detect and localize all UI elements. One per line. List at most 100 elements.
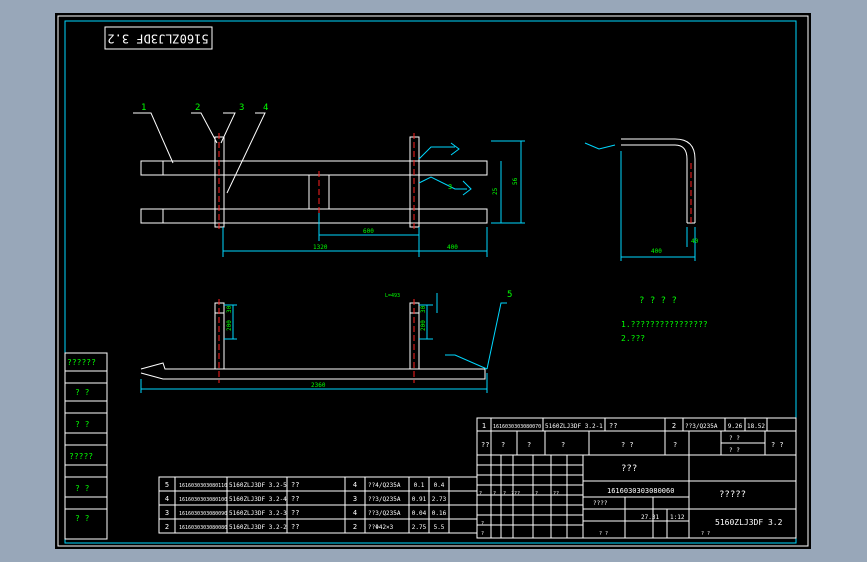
svg-text:?: ? <box>503 491 506 497</box>
leader-3: 3 <box>239 103 244 113</box>
drawing-frame <box>64 20 797 544</box>
left-strip-label-4: ? ? <box>75 484 90 493</box>
svg-text:??: ?? <box>553 491 559 497</box>
bom-rows: 5 1616030303080110 5160ZLJ3DF 3.2-5 ?? 4… <box>165 481 447 531</box>
svg-text:?: ? <box>535 491 538 497</box>
svg-text:? ?: ? ? <box>771 441 784 449</box>
svg-text:?: ? <box>673 441 677 449</box>
dim-side-width: 400 <box>651 248 662 255</box>
svg-text:1616030303080110: 1616030303080110 <box>179 483 227 489</box>
dim-front-v4: 200 <box>420 320 427 331</box>
svg-text:??: ?? <box>291 495 299 503</box>
leader-4: 4 <box>263 103 268 113</box>
svg-text:?: ? <box>527 441 531 449</box>
side-view <box>621 138 696 224</box>
svg-text:?: ? <box>481 531 484 537</box>
svg-text:? ?: ? ? <box>701 531 710 537</box>
svg-text:3: 3 <box>165 509 169 517</box>
weld-symbol-top <box>418 142 472 196</box>
side-dims <box>584 142 696 261</box>
table-row: 3 1616030303080090 5160ZLJ3DF 3.2-3 ?? 4… <box>165 509 447 517</box>
dim-front-v3: 30 <box>420 305 427 313</box>
svg-text:4: 4 <box>165 495 169 503</box>
left-strip-label-1: ? ? <box>75 388 90 397</box>
svg-text:5160ZLJ3DF 3.2-2: 5160ZLJ3DF 3.2-2 <box>229 524 287 531</box>
notes-line-1: 1.???????????????? <box>621 320 708 329</box>
svg-text:?: ? <box>561 441 565 449</box>
leader-2: 2 <box>195 103 200 113</box>
svg-text:0.4: 0.4 <box>434 482 445 489</box>
svg-text:2: 2 <box>353 523 357 531</box>
svg-text:?: ? <box>479 491 482 497</box>
svg-text:1616030303080090: 1616030303080090 <box>179 511 227 517</box>
dim-top-span: 1320 <box>313 244 328 251</box>
svg-text:1: 1 <box>482 422 486 430</box>
front-dims <box>140 293 507 393</box>
left-strip-label-5: ? ? <box>75 514 90 523</box>
table-row: 4 1616030303080100 5160ZLJ3DF 3.2-4 ?? 3… <box>165 495 447 503</box>
svg-text:2: 2 <box>672 422 676 430</box>
svg-text:0.16: 0.16 <box>432 510 447 517</box>
part-name: ??? <box>621 464 637 474</box>
svg-text:4: 4 <box>353 481 357 489</box>
svg-text:0.1: 0.1 <box>414 482 425 489</box>
dim-side-width2: 40 <box>691 238 699 245</box>
svg-text:4: 4 <box>353 509 357 517</box>
svg-text:??3/Q235A: ??3/Q235A <box>368 510 401 517</box>
svg-text:??: ?? <box>291 523 299 531</box>
leader-1: 1 <box>141 103 146 113</box>
svg-text:1616030303080080: 1616030303080080 <box>179 525 227 531</box>
scale-value: 1:12 <box>670 514 685 521</box>
dim-front-v2: 200 <box>226 320 233 331</box>
drawing-no: 5160ZLJ3DF 3.2 <box>715 518 783 527</box>
svg-text:5.5: 5.5 <box>434 524 445 531</box>
dim-top-h1: 56 <box>512 177 519 185</box>
svg-text:?: ? <box>481 521 484 527</box>
top-dims <box>222 140 525 257</box>
svg-text:?: ? <box>501 441 505 449</box>
weld-label-3: 3 <box>448 183 452 191</box>
svg-text:0.91: 0.91 <box>412 496 427 503</box>
table-row: 5 1616030303080110 5160ZLJ3DF 3.2-5 ?? 4… <box>165 481 445 489</box>
svg-text:??3/Q235A: ??3/Q235A <box>368 496 401 503</box>
drawing-number-stamp: 5160ZLJ3DF 3.2 <box>107 32 208 46</box>
front-view-centerlines <box>218 299 415 383</box>
notes-title: ? ? ? ? <box>639 296 677 306</box>
svg-text:? ?: ? ? <box>729 435 740 442</box>
svg-text:2.73: 2.73 <box>432 496 447 503</box>
svg-text:??Φ42×3: ??Φ42×3 <box>368 524 394 531</box>
company-name: ????? <box>719 490 746 500</box>
svg-text:??3/Q235A: ??3/Q235A <box>685 423 718 430</box>
svg-text:??: ?? <box>481 441 489 449</box>
title-block-row-2: ?? ? ? ? ? ? ? ? ? ? ? ? ? <box>481 435 784 454</box>
table-row: 2 1616030303080080 5160ZLJ3DF 3.2-2 ?? 2… <box>165 523 445 531</box>
dim-top-right: 400 <box>447 244 458 251</box>
dim-note-tag: L=493 <box>385 293 400 299</box>
svg-text:1616030303080070: 1616030303080070 <box>493 424 541 430</box>
dim-top-h2: 25 <box>492 187 499 195</box>
svg-text:??4/Q235A: ??4/Q235A <box>368 482 401 489</box>
svg-text:5160ZLJ3DF 3.2-3: 5160ZLJ3DF 3.2-3 <box>229 510 287 517</box>
cad-drawing: 5160ZLJ3DF 3.2 1 2 3 4 3 1320 600 400 56… <box>57 15 809 547</box>
svg-text:2: 2 <box>165 523 169 531</box>
notes-line-2: 2.??? <box>621 334 645 343</box>
left-strip-label-2: ? ? <box>75 420 90 429</box>
svg-text:?: ? <box>493 491 496 497</box>
svg-text:18.52: 18.52 <box>747 423 765 430</box>
left-strip-label-0: ?????? <box>67 358 96 367</box>
top-leaders <box>133 112 266 194</box>
svg-text:0.04: 0.04 <box>412 510 427 517</box>
dim-top-mid: 600 <box>363 228 374 235</box>
svg-text:5: 5 <box>165 481 169 489</box>
svg-text:9.26: 9.26 <box>728 423 743 430</box>
cad-viewport[interactable]: 5160ZLJ3DF 3.2 1 2 3 4 3 1320 600 400 56… <box>55 13 811 549</box>
svg-text:5160ZLJ3DF 3.2-4: 5160ZLJ3DF 3.2-4 <box>229 496 287 503</box>
svg-text:? ?: ? ? <box>729 447 740 454</box>
left-strip-label-3: ????? <box>69 452 93 461</box>
title-block-row-1: 1 1616030303080070 5160ZLJ3DF 3.2-1 ?? 2… <box>482 422 766 430</box>
svg-text:??: ?? <box>291 481 299 489</box>
counter-value: ???? <box>593 500 608 507</box>
part-code: 1616030303080060 <box>607 487 674 495</box>
svg-text:5160ZLJ3DF 3.2-1: 5160ZLJ3DF 3.2-1 <box>545 423 603 430</box>
svg-text:??: ?? <box>609 422 617 430</box>
